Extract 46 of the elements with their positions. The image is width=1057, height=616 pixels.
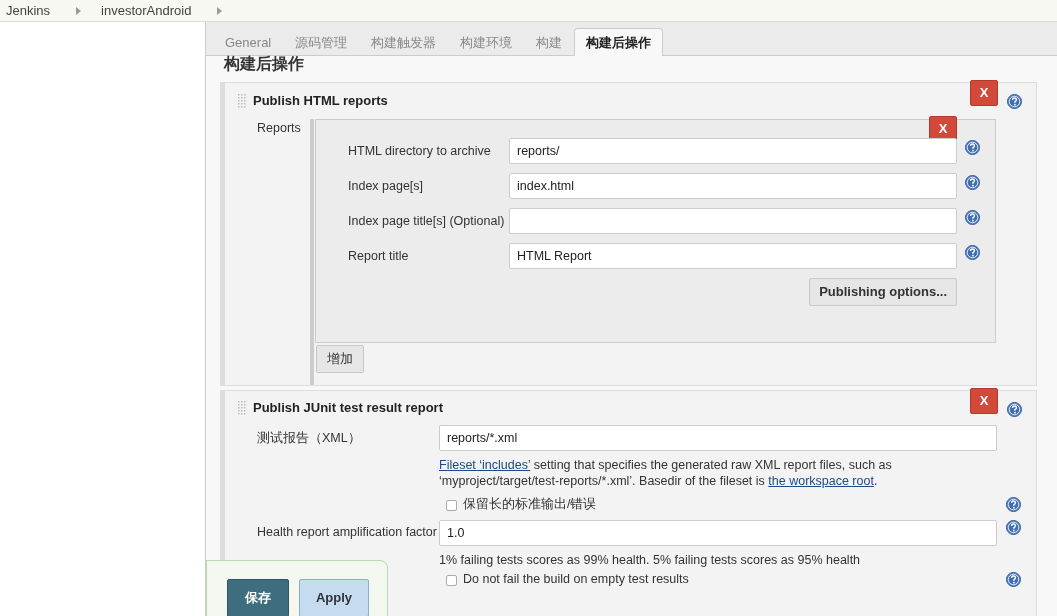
help-icon[interactable] bbox=[1006, 571, 1021, 587]
help-icon[interactable] bbox=[965, 244, 980, 260]
field-label: Index page[s] bbox=[348, 177, 425, 195]
breadcrumb-link[interactable]: Jenkins bbox=[6, 0, 51, 21]
caret-icon bbox=[217, 6, 223, 15]
field-label: 测试报告（XML） bbox=[257, 430, 361, 445]
checkbox-label: 保留长的标准输出/错误 bbox=[463, 496, 597, 513]
help-icon[interactable] bbox=[965, 139, 980, 155]
drag-handle-icon bbox=[237, 93, 247, 109]
apply-button[interactable]: Apply bbox=[299, 579, 369, 616]
add-button[interactable]: 增加 bbox=[316, 345, 364, 373]
drag-handle-icon bbox=[237, 400, 247, 416]
help-icon[interactable] bbox=[965, 174, 980, 190]
field-label: Index page title[s] (Optional) bbox=[348, 212, 506, 230]
help-text: 1% failing tests scores as 99% health. 5% failing tests scores as 95% health bbox=[439, 551, 861, 568]
breadcrumb-link[interactable]: investorAndroid bbox=[101, 0, 192, 21]
input-field[interactable]: HTML Report bbox=[509, 243, 957, 269]
checkbox[interactable] bbox=[446, 500, 457, 512]
input-field[interactable] bbox=[509, 208, 957, 234]
section-title: Publish HTML reports bbox=[253, 92, 388, 111]
link[interactable]: Fileset ‘includes’ bbox=[439, 458, 531, 472]
field-label: HTML directory to archive bbox=[348, 142, 492, 160]
help-icon[interactable] bbox=[1006, 496, 1021, 512]
caret-icon bbox=[76, 6, 82, 15]
field-label: Health report amplification factor bbox=[257, 525, 437, 540]
delete-button[interactable]: X bbox=[970, 80, 998, 106]
input-field[interactable]: 1.0 bbox=[439, 519, 997, 546]
link[interactable]: the workspace root bbox=[768, 474, 874, 488]
help-icon[interactable] bbox=[1007, 402, 1022, 417]
help-icon[interactable] bbox=[1007, 94, 1022, 109]
field-label: Reports bbox=[257, 121, 301, 135]
help-icon[interactable] bbox=[965, 209, 980, 225]
section-title: Publish JUnit test result report bbox=[253, 399, 443, 418]
checkbox[interactable] bbox=[446, 575, 457, 587]
input-field[interactable]: reports/*.xml bbox=[439, 425, 997, 451]
section-heading: 构建后操作 bbox=[224, 56, 305, 72]
input-field[interactable]: index.html bbox=[509, 173, 957, 199]
delete-button[interactable]: X bbox=[970, 388, 998, 414]
field-label: Report title bbox=[348, 247, 410, 265]
input-field[interactable]: reports/ bbox=[509, 138, 957, 164]
checkbox-label: Do not fail the build on empty test results bbox=[463, 570, 689, 588]
save-button[interactable]: 保存 bbox=[227, 579, 289, 616]
tab[interactable]: 构建后操作 bbox=[574, 28, 664, 56]
help-text: Fileset ‘includes’ setting that specifies the generated raw XML report files, such as ‘myproject/target/test-reports/*.xml’. Basedir of the fileset is the workspace root. bbox=[439, 457, 893, 489]
publishing-options-button[interactable]: Publishing options... bbox=[809, 278, 957, 306]
help-icon[interactable] bbox=[1006, 520, 1021, 536]
